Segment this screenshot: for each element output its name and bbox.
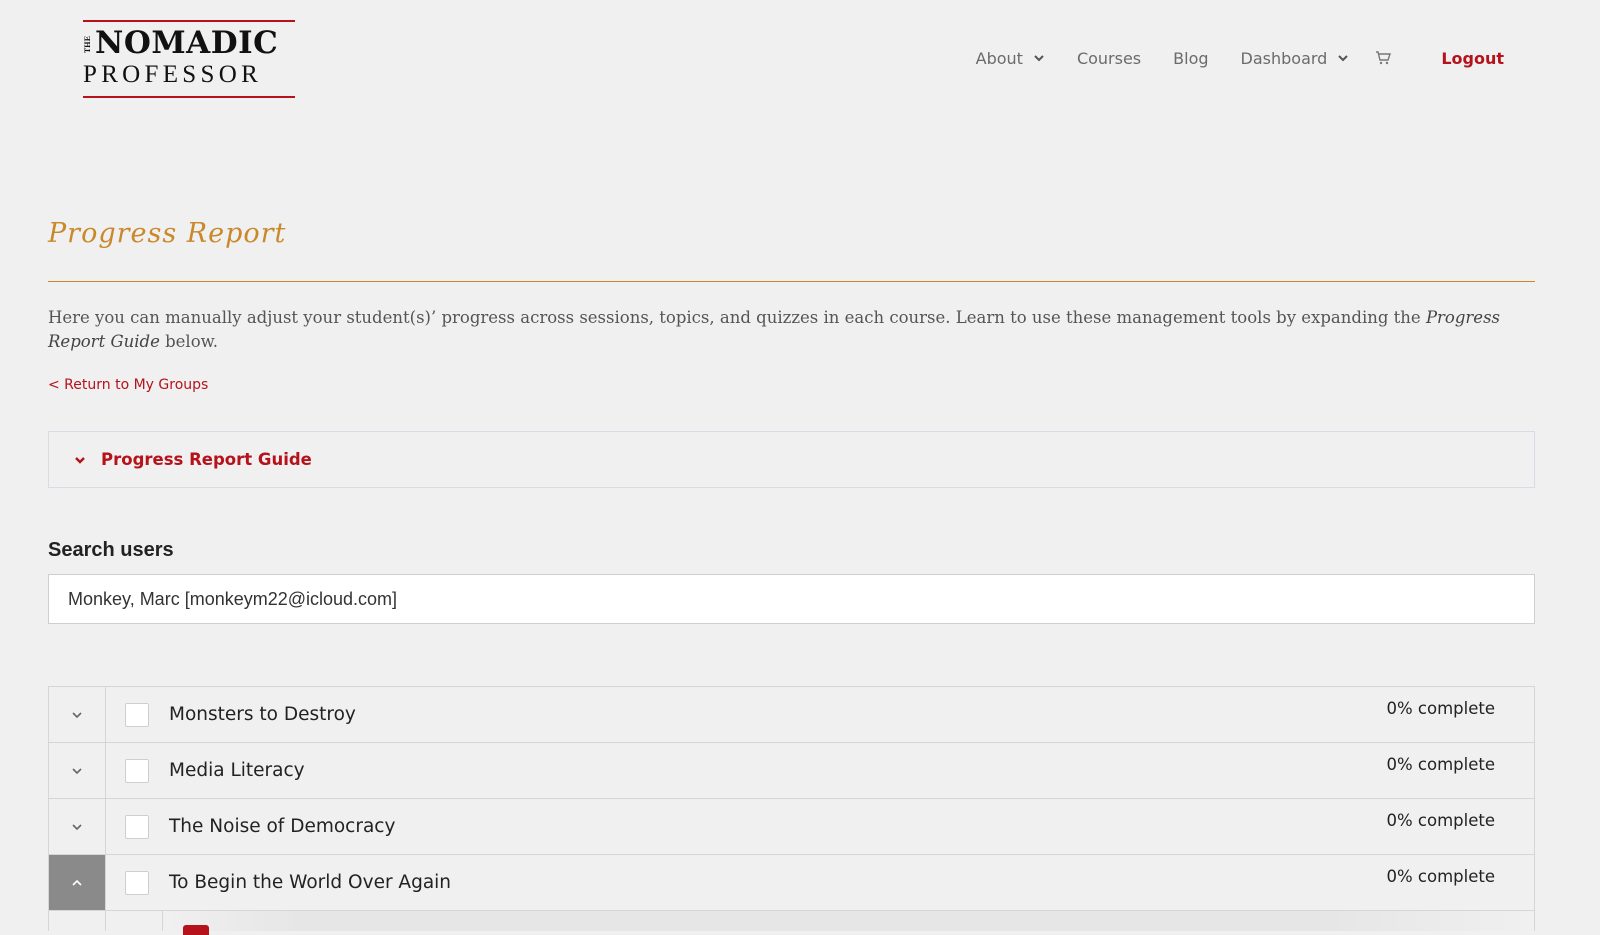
course-progress-table: Monsters to Destroy 0% complete Media Li… xyxy=(48,686,1535,935)
course-progress: 0% complete xyxy=(1386,811,1496,830)
nav-blog-label: Blog xyxy=(1173,48,1209,68)
intro-text: Here you can manually adjust your studen… xyxy=(48,306,1538,354)
intro-end: below. xyxy=(159,332,219,351)
course-sub-row xyxy=(49,911,1534,935)
return-to-groups-link[interactable]: < Return to My Groups xyxy=(48,377,208,393)
guide-label: Progress Report Guide xyxy=(101,450,312,469)
course-checkbox[interactable] xyxy=(125,814,149,839)
course-progress: 0% complete xyxy=(1386,699,1496,718)
site-logo[interactable]: THE NOMADIC PROFESSOR xyxy=(83,20,295,98)
course-title: The Noise of Democracy xyxy=(169,816,396,837)
expand-course-toggle[interactable] xyxy=(49,687,106,742)
progress-report-guide-toggle[interactable]: Progress Report Guide xyxy=(48,431,1535,488)
chevron-down-icon xyxy=(72,767,82,774)
course-checkbox[interactable] xyxy=(125,758,149,783)
chevron-down-icon xyxy=(72,711,82,718)
logout-link[interactable]: Logout xyxy=(1441,49,1504,68)
chevron-up-icon xyxy=(72,879,82,886)
sub-row-spacer xyxy=(49,911,106,931)
course-row: The Noise of Democracy 0% complete xyxy=(49,799,1534,855)
page-title: Progress Report xyxy=(48,218,287,249)
nav-dashboard-label: Dashboard xyxy=(1240,48,1328,68)
chevron-down-icon xyxy=(1338,55,1349,62)
chevron-down-icon xyxy=(75,456,85,464)
course-title: Monsters to Destroy xyxy=(169,704,356,725)
sub-row-content xyxy=(163,911,1534,935)
course-row: Media Literacy 0% complete xyxy=(49,743,1534,799)
expand-course-toggle[interactable] xyxy=(49,743,106,798)
sub-row-toggle[interactable] xyxy=(106,911,163,931)
search-users-label: Search users xyxy=(48,539,174,561)
course-checkbox[interactable] xyxy=(125,702,149,727)
title-divider xyxy=(48,281,1535,282)
logo-professor-text: PROFESSOR xyxy=(83,61,263,88)
search-users-input[interactable] xyxy=(48,574,1535,624)
collapse-course-toggle[interactable] xyxy=(49,855,106,910)
nav-about[interactable]: About xyxy=(976,49,1045,68)
course-title: To Begin the World Over Again xyxy=(169,872,452,893)
cart-icon xyxy=(1376,51,1392,65)
nav-about-label: About xyxy=(975,48,1023,68)
course-row: Monsters to Destroy 0% complete xyxy=(49,687,1534,743)
chevron-down-icon xyxy=(72,823,82,830)
nav-courses[interactable]: Courses xyxy=(1077,49,1141,68)
course-row: To Begin the World Over Again 0% complet… xyxy=(49,855,1534,911)
intro-main: Here you can manually adjust your studen… xyxy=(48,308,1426,327)
logo-the-text: THE xyxy=(83,36,92,54)
cart-button[interactable] xyxy=(1375,51,1392,65)
course-title: Media Literacy xyxy=(169,760,305,781)
chevron-down-icon xyxy=(1034,55,1044,62)
nav-courses-label: Courses xyxy=(1076,48,1142,68)
expand-course-toggle[interactable] xyxy=(49,799,106,854)
course-progress: 0% complete xyxy=(1386,755,1496,774)
main-nav: About Courses Blog Dashboard Logout xyxy=(976,46,1504,70)
nav-blog[interactable]: Blog xyxy=(1173,49,1208,68)
logo-nomadic-text: NOMADIC xyxy=(95,25,279,61)
course-checkbox[interactable] xyxy=(125,870,149,895)
nav-dashboard[interactable]: Dashboard xyxy=(1241,49,1350,68)
course-progress: 0% complete xyxy=(1386,867,1496,886)
